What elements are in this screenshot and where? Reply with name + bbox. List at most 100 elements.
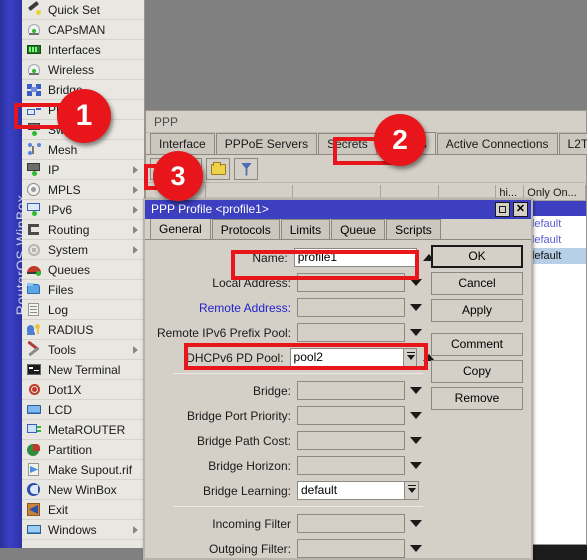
chevron-down-icon[interactable] (410, 279, 422, 286)
sidebar-item-new-terminal[interactable]: New Terminal (22, 360, 144, 380)
copy-button[interactable]: Copy (431, 360, 523, 383)
filter-button[interactable] (234, 157, 258, 180)
filter-icon (241, 162, 252, 176)
main-menu-sidebar[interactable]: Quick Set CAPsMAN Interfaces Wireless Bridge… (22, 0, 145, 548)
dialog-tab-limits[interactable]: Limits (280, 219, 331, 239)
sidebar-item-queues[interactable]: Queues (22, 260, 144, 280)
folder-button[interactable] (206, 157, 230, 180)
tab-l2tp-secrets[interactable]: L2TP Secrets (558, 133, 587, 154)
dialog-button-column[interactable]: OK Cancel Apply Comment Copy Remove (431, 245, 523, 414)
sidebar-item-exit[interactable]: Exit (22, 500, 144, 520)
exit-icon (26, 502, 43, 517)
spinner-down-button[interactable] (404, 481, 419, 500)
sidebar-item-mesh[interactable]: Mesh (22, 140, 144, 160)
form-row: Incoming Filter (145, 513, 435, 534)
dome-icon (26, 62, 43, 77)
chevron-right-icon (133, 206, 138, 214)
winbox-rail: RouterOS WinBox (0, 0, 29, 548)
annotation-box-name-field (231, 250, 419, 280)
lcd-icon (26, 402, 43, 417)
ipv6-icon (26, 202, 43, 217)
sidebar-item-label: Dot1X (48, 382, 82, 397)
sidebar-item-files[interactable]: Files (22, 280, 144, 300)
form-row: Bridge Horizon: (145, 455, 435, 476)
field-input[interactable] (297, 431, 405, 450)
sidebar-item-ipv6[interactable]: IPv6 (22, 200, 144, 220)
maximize-button[interactable] (495, 202, 510, 217)
dialog-window-buttons[interactable]: ✕ (495, 202, 528, 217)
field-input[interactable]: default (297, 481, 405, 500)
field-input[interactable] (297, 539, 405, 558)
sidebar-item-radius[interactable]: RADIUS (22, 320, 144, 340)
ip-icon (26, 162, 43, 177)
sidebar-item-label: LCD (48, 402, 73, 417)
sidebar-item-label: Files (48, 282, 74, 297)
form-row: Remote IPv6 Prefix Pool: (145, 322, 435, 343)
sidebar-item-tools[interactable]: Tools (22, 340, 144, 360)
dialog-tab-scripts[interactable]: Scripts (386, 219, 441, 239)
sidebar-item-capsman[interactable]: CAPsMAN (22, 20, 144, 40)
chevron-down-icon[interactable] (410, 412, 422, 419)
windows-icon (26, 522, 43, 537)
field-input[interactable] (297, 406, 405, 425)
sidebar-item-label: Interfaces (48, 42, 101, 57)
chevron-down-icon[interactable] (410, 437, 422, 444)
cancel-button[interactable]: Cancel (431, 272, 523, 295)
form-row: Bridge Learning: default (145, 480, 435, 501)
field-input[interactable] (297, 381, 405, 400)
chevron-down-icon[interactable] (410, 520, 422, 527)
sidebar-item-label: Queues (48, 262, 91, 277)
chevron-down-icon[interactable] (410, 545, 422, 552)
tab-active-connections[interactable]: Active Connections (436, 133, 558, 154)
sidebar-item-mpls[interactable]: MPLS (22, 180, 144, 200)
sidebar-item-label: RADIUS (48, 322, 94, 337)
dome-icon (26, 22, 43, 37)
dialog-tab-general[interactable]: General (150, 218, 211, 239)
sidebar-item-interfaces[interactable]: Interfaces (22, 40, 144, 60)
sidebar-item-system[interactable]: System (22, 240, 144, 260)
apply-button[interactable]: Apply (431, 299, 523, 322)
field-label: Remote IPv6 Prefix Pool: (156, 325, 291, 340)
sidebar-item-wireless[interactable]: Wireless (22, 60, 144, 80)
chevron-down-icon[interactable] (410, 387, 422, 394)
cell-only-one: default (528, 250, 562, 262)
sidebar-item-label: MPLS (48, 182, 81, 197)
ok-button[interactable]: OK (431, 245, 523, 268)
field-label[interactable]: Remote Address: (145, 301, 297, 315)
sidebar-item-label: Wireless (48, 62, 95, 77)
chevron-right-icon (133, 246, 138, 254)
field-input[interactable] (297, 298, 405, 317)
comment-button[interactable]: Comment (431, 333, 523, 356)
dialog-tab-queue[interactable]: Queue (331, 219, 386, 239)
dialog-tab-protocols[interactable]: Protocols (211, 219, 280, 239)
sidebar-item-make-supout-rif[interactable]: Make Supout.rif (22, 460, 144, 480)
remove-button[interactable]: Remove (431, 387, 523, 410)
sidebar-item-quick-set[interactable]: Quick Set (22, 0, 144, 20)
divider (173, 373, 423, 374)
field-input[interactable] (297, 456, 405, 475)
tab-pppoe-servers[interactable]: PPPoE Servers (215, 133, 318, 154)
dialog-titlebar[interactable]: PPP Profile <profile1> ✕ (145, 200, 531, 219)
sidebar-item-partition[interactable]: Partition (22, 440, 144, 460)
sidebar-item-new-winbox[interactable]: New WinBox (22, 480, 144, 500)
close-button[interactable]: ✕ (513, 202, 528, 217)
sidebar-item-metarouter[interactable]: MetaROUTER (22, 420, 144, 440)
dialog-tabstrip[interactable]: General Protocols Limits Queue Scripts (145, 218, 531, 240)
sidebar-item-routing[interactable]: Routing (22, 220, 144, 240)
field-label: Bridge Learning: (202, 483, 291, 498)
terminal-icon (26, 362, 43, 377)
sidebar-item-windows[interactable]: Windows (22, 520, 144, 540)
field-input[interactable] (297, 514, 405, 533)
chevron-down-icon[interactable] (410, 462, 422, 469)
mesh-icon (26, 142, 43, 157)
chevron-down-icon[interactable] (410, 329, 422, 336)
sidebar-item-label: MetaROUTER (48, 422, 126, 437)
field-input[interactable] (297, 323, 405, 342)
sidebar-item-log[interactable]: Log (22, 300, 144, 320)
chevron-down-icon[interactable] (410, 304, 422, 311)
sidebar-item-dot1x[interactable]: Dot1X (22, 380, 144, 400)
field-label: Bridge Horizon: (208, 458, 291, 473)
sidebar-item-lcd[interactable]: LCD (22, 400, 144, 420)
sidebar-item-ip[interactable]: IP (22, 160, 144, 180)
sidebar-item-label: Quick Set (48, 2, 101, 17)
